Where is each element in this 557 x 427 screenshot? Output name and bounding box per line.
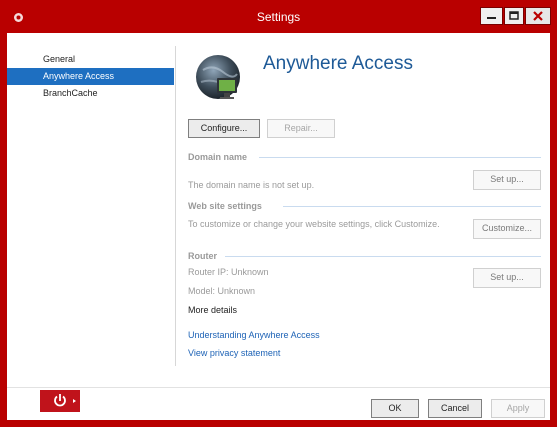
router-model: Model: Unknown <box>188 286 256 296</box>
router-ip: Router IP: Unknown <box>188 267 269 277</box>
sidebar-nav: General Anywhere Access BranchCache <box>7 33 174 378</box>
title-bar: Settings <box>0 0 557 33</box>
understanding-link[interactable]: Understanding Anywhere Access <box>188 330 320 340</box>
window-title: Settings <box>256 10 301 24</box>
domain-setup-button[interactable]: Set up... <box>473 170 541 190</box>
cancel-button[interactable]: Cancel <box>428 399 482 418</box>
domain-status: The domain name is not set up. <box>188 180 315 190</box>
close-icon <box>533 11 543 21</box>
router-more-details[interactable]: More details <box>188 305 237 315</box>
sidebar-item-general[interactable]: General <box>7 51 174 68</box>
footer-divider <box>7 387 550 388</box>
router-setup-button[interactable]: Set up... <box>473 268 541 288</box>
minimize-icon <box>487 17 496 19</box>
maximize-icon <box>509 11 519 20</box>
router-section-rule <box>225 256 541 257</box>
power-icon <box>54 394 76 407</box>
repair-button[interactable]: Repair... <box>267 119 335 138</box>
power-button[interactable] <box>40 390 80 412</box>
globe-computer-icon <box>196 55 240 99</box>
sidebar-item-branchcache[interactable]: BranchCache <box>7 85 174 102</box>
minimize-button[interactable] <box>480 7 503 25</box>
sidebar-divider <box>175 46 176 366</box>
privacy-link[interactable]: View privacy statement <box>188 348 280 358</box>
website-section-rule <box>283 206 541 207</box>
ok-button[interactable]: OK <box>371 399 419 418</box>
domain-section-heading: Domain name <box>188 152 248 162</box>
router-section-heading: Router <box>188 251 217 261</box>
domain-section-rule <box>259 157 541 158</box>
customize-button[interactable]: Customize... <box>473 219 541 239</box>
page-title: Anywhere Access <box>263 53 413 74</box>
close-button[interactable] <box>525 7 551 25</box>
website-section-heading: Web site settings <box>188 201 262 211</box>
sidebar-item-anywhere-access[interactable]: Anywhere Access <box>7 68 174 85</box>
configure-button[interactable]: Configure... <box>188 119 260 138</box>
apply-button[interactable]: Apply <box>491 399 545 418</box>
website-description: To customize or change your website sett… <box>188 219 440 229</box>
maximize-button[interactable] <box>504 7 524 25</box>
